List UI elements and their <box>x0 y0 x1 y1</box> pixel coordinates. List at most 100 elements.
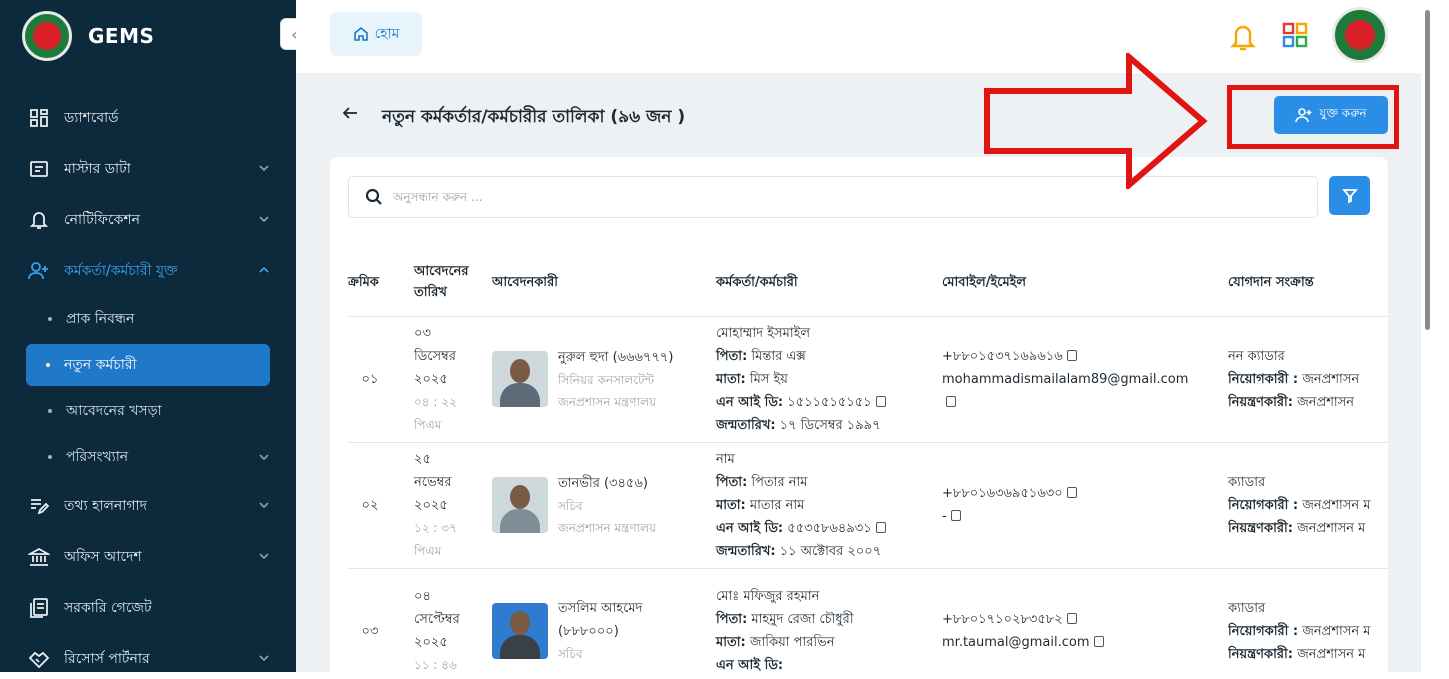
sidebar-item-add-employee[interactable]: কর্মকর্তা/কর্মচারী যুক্ত <box>0 245 296 296</box>
date-time: ১২ : ৩৭ <box>414 520 457 535</box>
sidebar-item-info-update[interactable]: তথ্য হালনাগাদ <box>0 480 296 531</box>
appointer-label: নিয়োগকারী : <box>1228 497 1299 513</box>
apps-grid-icon[interactable] <box>1282 22 1308 48</box>
applicant-photo <box>492 477 548 533</box>
main-content: নতুন কর্মকর্তার/কর্মচারীর তালিকা (৯৬ জন … <box>296 73 1421 677</box>
copy-icon[interactable] <box>875 395 886 407</box>
sidebar-subitem-pre-registration[interactable]: প্রাক নিবন্ধন <box>0 296 296 342</box>
employee-list-card: ক্রমিক আবেদনের তারিখ আবেদনকারী কর্মকর্তা… <box>330 157 1388 677</box>
appointer-value: জনপ্রশাসন ম <box>1302 623 1371 639</box>
sidebar-subitem-label: প্রাক নিবন্ধন <box>66 311 135 327</box>
filter-button[interactable] <box>1329 176 1370 215</box>
search-input[interactable] <box>393 190 993 204</box>
date-day: ০৪ <box>414 589 431 604</box>
applicant-photo <box>492 603 548 659</box>
applicant-designation: সচিব <box>558 498 583 513</box>
mother-name: মাতার নাম <box>749 497 805 513</box>
header-contact[interactable]: মোবাইল/ইমেইল <box>942 241 1228 317</box>
header-officer[interactable]: কর্মকর্তা/কর্মচারী <box>716 241 942 317</box>
header-date-line1: আবেদনের <box>414 264 469 280</box>
cell-applicant: তানভীর (৩৪৫৬) সচিব জনপ্রশাসন মন্ত্রণালয় <box>492 442 716 569</box>
copy-icon[interactable] <box>1066 349 1077 361</box>
table-row[interactable]: ০১ ০৩ ডিসেম্বর ২০২৫ ০৪ : ২২ পিএম নুরুল হ… <box>348 316 1388 443</box>
controller-value: জনপ্রশাসন ম <box>1297 646 1366 662</box>
table-row[interactable]: ০৩ ০৪ সেপ্টেম্বর ২০২৫ ১১ : ৪৬ তসলিম আহমে… <box>348 568 1388 677</box>
header-date-line2: তারিখ <box>414 285 447 301</box>
dob-label: জন্মতারিখ: <box>716 543 776 559</box>
sidebar-item-label: মাস্টার ডাটা <box>64 160 131 177</box>
sidebar-subitem-new-employee[interactable]: নতুন কর্মচারী <box>26 344 270 386</box>
applicant-name[interactable]: তসলিম আহমেদ <box>558 597 642 620</box>
sidebar-item-master-data[interactable]: মাস্টার ডাটা <box>0 143 296 194</box>
sidebar-item-label: ড্যাশবোর্ড <box>64 109 119 126</box>
nid-value: ১৫১১৫১৫১৫১ <box>787 394 872 410</box>
date-time: ১১ : ৪৬ <box>414 658 457 672</box>
cell-contact: +৮৮০১৭১০২৮৩৫৮২ mr.taumal@gmail.com <box>942 568 1228 677</box>
controller-value: জনপ্রশাসন <box>1297 394 1355 410</box>
edit-list-icon <box>28 495 50 517</box>
sidebar-item-label: কর্মকর্তা/কর্মচারী যুক্ত <box>64 262 178 279</box>
copy-icon[interactable] <box>1066 487 1077 498</box>
sidebar-item-label: রিসোর্স পার্টনার <box>64 650 150 667</box>
applicant-designation: সিনিয়র কনসালটেন্ট <box>558 372 655 387</box>
father-name: পিতার নাম <box>751 474 808 490</box>
chevron-down-icon <box>259 454 269 461</box>
notification-bell-icon[interactable] <box>1230 22 1256 52</box>
copy-icon[interactable] <box>950 510 961 521</box>
header-date[interactable]: আবেদনের তারিখ <box>414 241 492 317</box>
document-icon <box>28 597 50 619</box>
copy-icon[interactable] <box>1066 613 1077 624</box>
copy-icon[interactable] <box>1093 636 1104 647</box>
sidebar-subitem-statistics[interactable]: পরিসংখ্যান <box>0 434 296 480</box>
header-serial[interactable]: ক্রমিক <box>348 241 414 317</box>
back-arrow-icon[interactable] <box>342 106 358 120</box>
user-avatar[interactable] <box>1332 7 1388 63</box>
date-month: নভেম্বর <box>414 474 452 490</box>
handshake-icon <box>28 648 50 670</box>
copy-icon[interactable] <box>875 521 886 533</box>
header-applicant[interactable]: আবেদনকারী <box>492 241 716 317</box>
bell-icon <box>28 209 50 231</box>
applicant-name[interactable]: তানভীর (৩৪৫৬) <box>558 472 656 495</box>
cell-officer: নাম পিতা: পিতার নাম মাতা: মাতার নাম এন আ… <box>716 442 942 569</box>
cell-applicant: নুরুল হুদা (৬৬৬৭৭৭) সিনিয়র কনসালটেন্ট জ… <box>492 316 716 443</box>
sidebar-item-dashboard[interactable]: ড্যাশবোর্ড <box>0 92 296 143</box>
sidebar-subitem-draft[interactable]: আবেদনের খসড়া <box>0 388 296 434</box>
chevron-down-icon <box>259 165 269 172</box>
copy-icon[interactable] <box>946 395 956 407</box>
sidebar-subitem-label: নতুন কর্মচারী <box>64 357 137 373</box>
mother-name: মিস ইয় <box>749 371 788 387</box>
chevron-down-icon <box>259 553 269 560</box>
sidebar-item-office-order[interactable]: অফিস আদেশ <box>0 531 296 582</box>
page-scrollbar-thumb[interactable] <box>1425 10 1430 330</box>
dob-label: জন্মতারিখ: <box>716 417 776 433</box>
cell-contact: +৮৮০১৬৩৬৯৫১৬৩০ - <box>942 442 1228 569</box>
applicant-name-code: (৮৮৮০০০) <box>558 624 619 639</box>
sidebar-item-gazette[interactable]: সরকারি গেজেট <box>0 582 296 633</box>
applicant-name[interactable]: নুরুল হুদা (৬৬৬৭৭৭) <box>558 346 673 369</box>
dob-value: ১৭ ডিসেম্বর ১৯৯৭ <box>779 417 881 433</box>
chevron-down-icon <box>259 216 269 223</box>
cadre-type: ক্যাডার <box>1228 600 1266 616</box>
appointer-label: নিয়োগকারী : <box>1228 371 1299 387</box>
home-label: হোম <box>374 26 400 42</box>
cadre-type: নন ক্যাডার <box>1228 348 1285 364</box>
home-button[interactable]: হোম <box>330 12 422 56</box>
brand: GEMS <box>0 0 296 72</box>
mother-name: জাকিয়া পারভিন <box>749 635 835 650</box>
sidebar-item-label: নোটিফিকেশন <box>64 211 141 228</box>
sidebar-item-label: অফিস আদেশ <box>64 548 142 565</box>
date-ampm: পিএম <box>414 543 442 558</box>
date-month: সেপ্টেম্বর <box>414 612 460 627</box>
date-year: ২০২৫ <box>414 371 448 387</box>
header-joining[interactable]: যোগদান সংক্রান্ত <box>1228 241 1388 317</box>
father-name: মাহমুদ রেজা চৌধুরী <box>751 612 854 627</box>
employee-table: ক্রমিক আবেদনের তারিখ আবেদনকারী কর্মকর্তা… <box>348 241 1388 677</box>
sidebar-item-resource-partner[interactable]: রিসোর্স পার্টনার <box>0 633 296 672</box>
table-row[interactable]: ০২ ২৫ নভেম্বর ২০২৫ ১২ : ৩৭ পিএম তানভীর (… <box>348 442 1388 569</box>
officer-name: মোহাম্মাদ ইসমাইল <box>716 325 811 341</box>
app-root: GEMS ড্যাশবোর্ড মাস্টার ডাটা নোটিফিকেশন … <box>0 0 1449 679</box>
date-year: ২০২৫ <box>414 497 448 513</box>
sidebar-item-notification[interactable]: নোটিফিকেশন <box>0 194 296 245</box>
sidebar: GEMS ড্যাশবোর্ড মাস্টার ডাটা নোটিফিকেশন … <box>0 0 296 672</box>
